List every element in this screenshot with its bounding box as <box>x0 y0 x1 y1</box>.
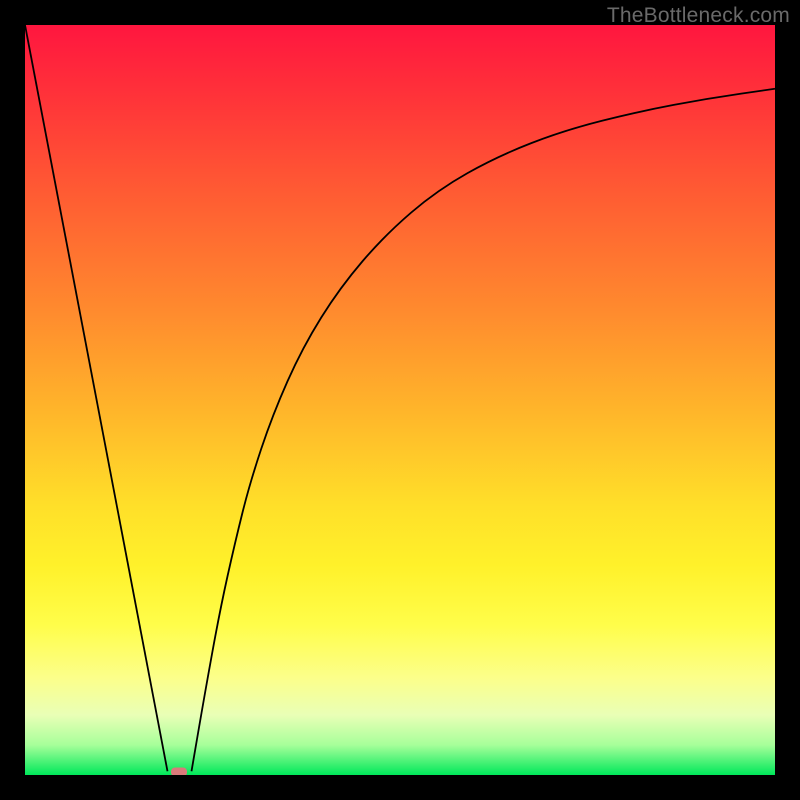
curve-right-segment <box>192 89 776 772</box>
curve-left-segment <box>25 25 168 771</box>
plot-area <box>25 25 775 775</box>
chart-frame: TheBottleneck.com <box>0 0 800 800</box>
bottleneck-marker <box>171 768 187 776</box>
chart-curve <box>25 25 775 775</box>
